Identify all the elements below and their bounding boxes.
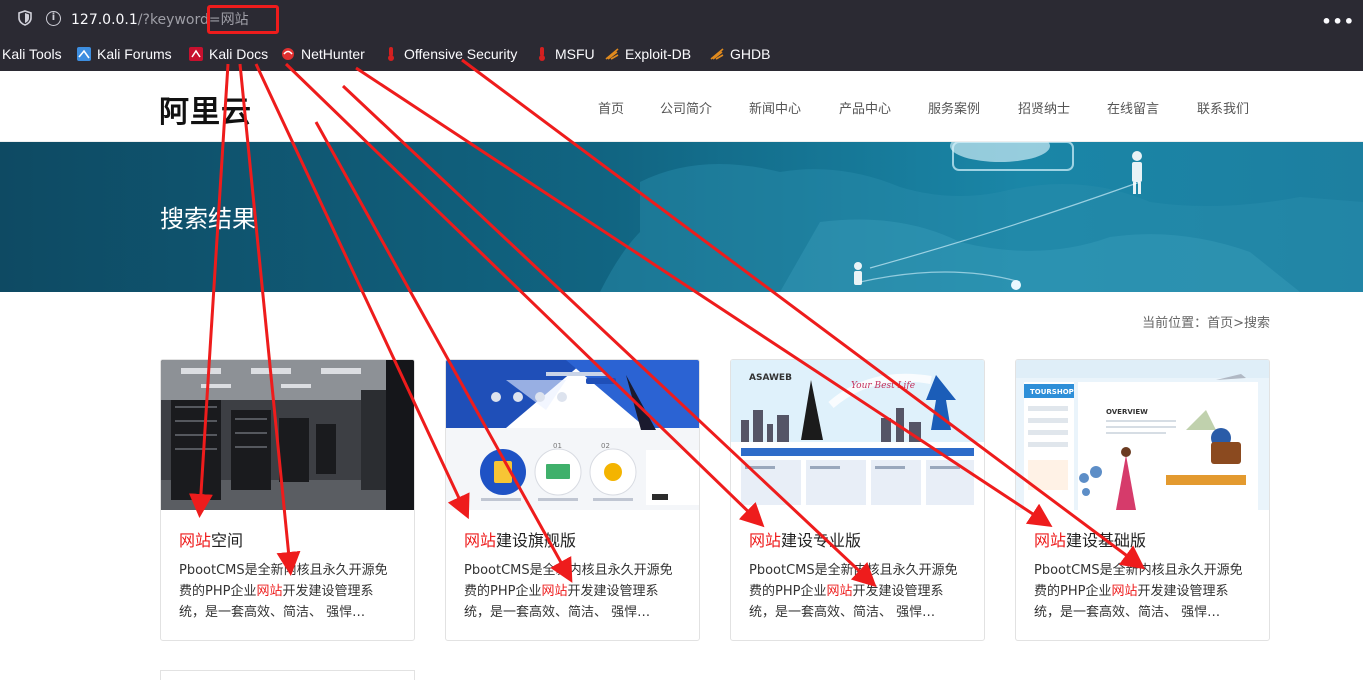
desc-keyword: 网站 [256,584,283,599]
bookmark-label: NetHunter [301,46,365,62]
title-rest: 建设基础版 [1066,531,1147,550]
keyword-highlight-box [207,5,279,34]
template-brand: TOURSHOP [1030,388,1074,396]
title-rest: 建设专业版 [781,531,862,550]
browser-url-bar[interactable]: i 127.0.0.1/?keyword=网站 ••• [0,0,1363,38]
breadcrumb: 当前位置：首页>搜索 [1142,316,1270,331]
bookmark-label: Offensive Security [404,46,518,62]
url-host: 127.0.0.1 [71,12,138,28]
bookmark-label: Kali Forums [97,46,172,62]
bookmark-label: GHDB [730,46,771,62]
kali-docs-icon [189,47,203,61]
title-rest: 建设旗舰版 [496,531,577,550]
exploitdb-icon [605,48,619,60]
nav-jobs[interactable]: 招贤纳士 [1018,98,1070,117]
result-title[interactable]: 网站空间 [179,527,243,551]
title-keyword: 网站 [179,531,212,550]
bookmark-kali-forums[interactable]: Kali Forums [77,46,172,62]
result-card-partial [160,670,415,680]
tile-label-02: 02 [601,442,610,450]
site-logo[interactable]: 阿里云 [159,87,252,131]
template-brand: ASAWEB [749,373,792,383]
desc-keyword: 网站 [1111,584,1138,599]
result-card[interactable]: 01 02 网站建设旗舰版 PbootCMS是全新内核且永久开源免费的PHP企业… [445,359,700,641]
bookmark-label: Exploit-DB [625,46,692,62]
site-info-icon[interactable]: i [46,11,61,26]
title-keyword: 网站 [464,531,497,550]
bookmark-label: Kali Docs [209,46,269,62]
title-rest: 空间 [211,531,244,550]
offsec-icon [539,47,545,61]
offsec-icon [388,47,394,61]
desc-keyword: 网站 [826,584,853,599]
bookmarks-bar: Kali Tools Kali Forums Kali Docs NetHunt… [0,38,1363,71]
nav-home[interactable]: 首页 [598,98,624,117]
bookmark-kali-tools[interactable]: Kali Tools [2,46,62,62]
result-title[interactable]: 网站建设专业版 [749,527,861,551]
result-card[interactable]: 网站空间 PbootCMS是全新内核且永久开源免费的PHP企业网站开发建设管理系… [160,359,415,641]
result-title[interactable]: 网站建设基础版 [1034,527,1146,551]
template-heading: OVERVIEW [1106,408,1148,416]
result-thumbnail[interactable]: TOURSHOP OVERVIEW [1016,360,1269,510]
title-keyword: 网站 [1034,531,1067,550]
nav-about[interactable]: 公司简介 [660,98,712,117]
nav-products[interactable]: 产品中心 [839,98,891,117]
shield-icon[interactable] [18,10,32,26]
bookmark-kali-docs[interactable]: Kali Docs [189,46,268,62]
bookmark-offensive-security[interactable]: Offensive Security [384,46,517,62]
desc-keyword: 网站 [541,584,568,599]
result-thumbnail[interactable]: 01 02 [446,360,699,510]
result-thumbnail[interactable] [161,360,414,510]
result-thumbnail[interactable]: ASAWEB Your Best Life [731,360,984,510]
server-room-image [161,360,414,510]
nav-news[interactable]: 新闻中心 [749,98,801,117]
website-template-image: 01 02 [446,360,699,510]
bookmark-msfu[interactable]: MSFU [535,46,595,62]
result-card[interactable]: ASAWEB Your Best Life 网站建设专业版 PbootCMS是全… [730,359,985,641]
result-description: PbootCMS是全新内核且永久开源免费的PHP企业网站开发建设管理系统，是一套… [1034,560,1254,623]
result-description: PbootCMS是全新内核且永久开源免费的PHP企业网站开发建设管理系统，是一套… [179,560,399,623]
result-description: PbootCMS是全新内核且永久开源免费的PHP企业网站开发建设管理系统，是一套… [464,560,684,623]
bookmark-ghdb[interactable]: GHDB [710,46,770,62]
nethunter-icon [282,48,294,60]
banner-title: 搜索结果 [160,205,256,233]
page-banner: 搜索结果 [0,142,1363,292]
exploitdb-icon [710,48,724,60]
kebab-menu-icon[interactable]: ••• [1321,12,1355,31]
site-header: 阿里云 首页 公司简介 新闻中心 产品中心 服务案例 招贤纳士 在线留言 联系我… [0,71,1363,142]
bookmark-label: MSFU [555,46,595,62]
kali-forums-icon [77,47,91,61]
bookmark-exploit-db[interactable]: Exploit-DB [605,46,691,62]
result-title[interactable]: 网站建设旗舰版 [464,527,576,551]
result-card[interactable]: TOURSHOP OVERVIEW 网站建设基础版 PbootCMS是全新内核且… [1015,359,1270,641]
bookmark-nethunter[interactable]: NetHunter [281,46,365,62]
website-template-image: TOURSHOP OVERVIEW [1016,360,1269,510]
website-template-image: ASAWEB Your Best Life [731,360,984,510]
bookmark-label: Kali Tools [2,46,62,62]
nav-contact[interactable]: 联系我们 [1197,98,1249,117]
nav-cases[interactable]: 服务案例 [928,98,980,117]
result-description: PbootCMS是全新内核且永久开源免费的PHP企业网站开发建设管理系统，是一套… [749,560,969,623]
title-keyword: 网站 [749,531,782,550]
nav-message[interactable]: 在线留言 [1107,98,1159,117]
template-headline: Your Best Life [851,381,915,391]
